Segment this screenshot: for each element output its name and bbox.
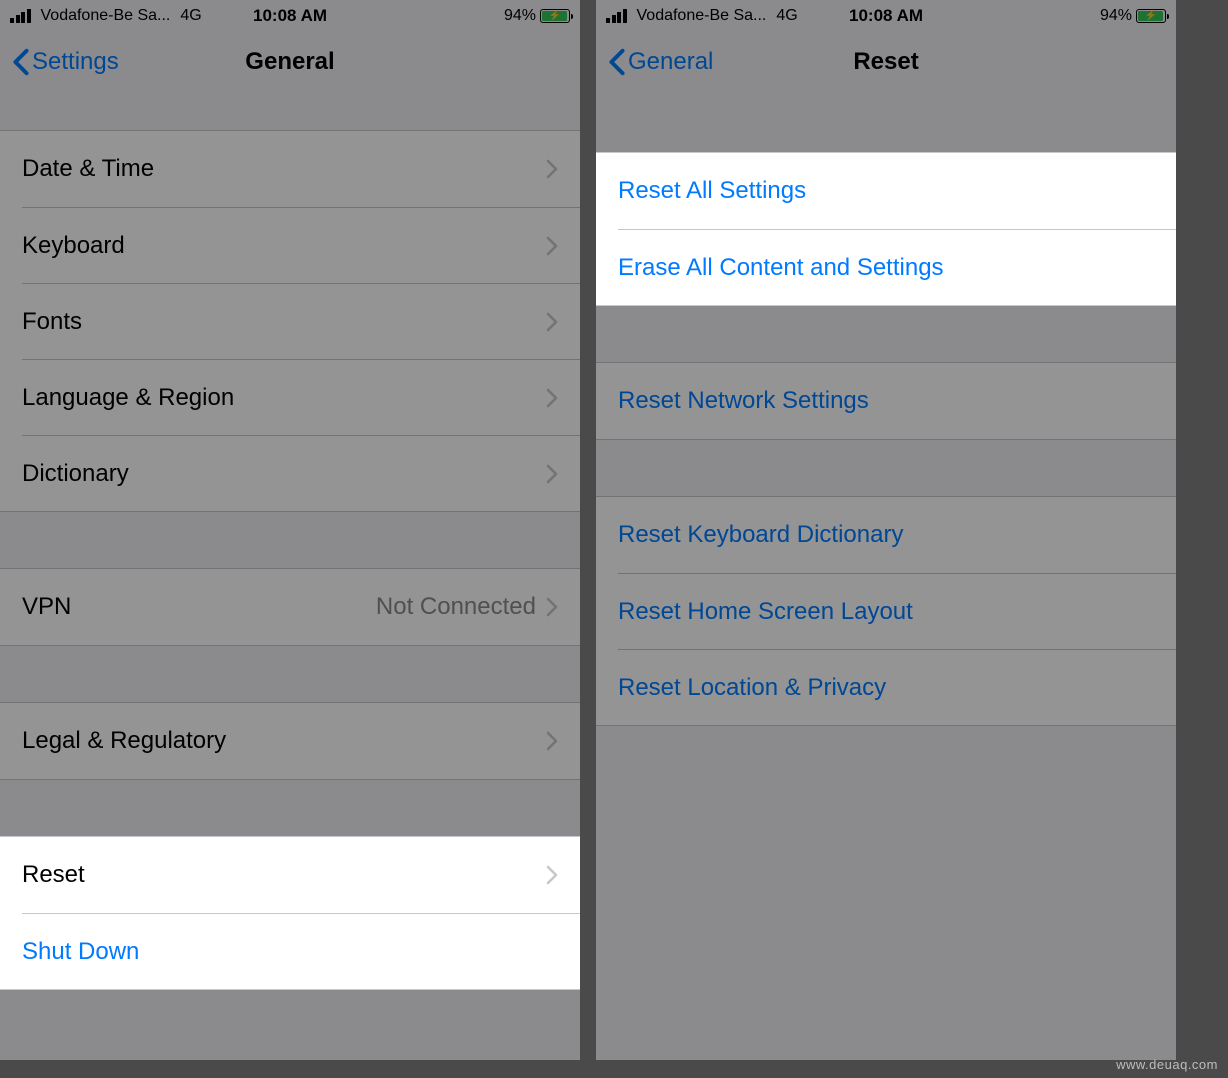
signal-icon: [606, 9, 627, 23]
battery-icon: ⚡: [1136, 9, 1166, 23]
nav-title: Reset: [853, 48, 918, 76]
row-detail: Not Connected: [376, 593, 536, 621]
back-label: Settings: [32, 48, 119, 76]
watermark: www.deuaq.com: [1116, 1057, 1218, 1072]
list-group-3: Legal & Regulatory: [0, 702, 580, 780]
chevron-right-icon: [546, 159, 558, 179]
row-reset-location-privacy[interactable]: Reset Location & Privacy: [618, 649, 1176, 725]
carrier-text: Vodafone-Be Sa...: [41, 7, 171, 25]
clock-text: 10:08 AM: [253, 6, 327, 26]
battery-icon: ⚡: [540, 9, 570, 23]
row-legal[interactable]: Legal & Regulatory: [0, 703, 580, 779]
row-label: Language & Region: [22, 384, 234, 412]
row-label: Dictionary: [22, 460, 129, 488]
phone-right: Vodafone-Be Sa... 4G 10:08 AM 94% ⚡ Gene…: [596, 0, 1176, 1060]
signal-icon: [10, 9, 31, 23]
row-label: Reset Location & Privacy: [618, 674, 886, 702]
carrier-text: Vodafone-Be Sa...: [637, 7, 767, 25]
chevron-right-icon: [546, 464, 558, 484]
battery-pct: 94%: [1100, 7, 1132, 25]
back-button[interactable]: Settings: [12, 48, 119, 76]
row-date-time[interactable]: Date & Time: [0, 131, 580, 207]
chevron-left-icon: [608, 48, 626, 76]
chevron-right-icon: [546, 731, 558, 751]
row-reset[interactable]: Reset: [0, 837, 580, 913]
row-label: VPN: [22, 593, 71, 621]
row-shutdown[interactable]: Shut Down: [22, 913, 580, 989]
row-vpn[interactable]: VPN Not Connected: [0, 569, 580, 645]
row-label: Shut Down: [22, 938, 139, 966]
chevron-right-icon: [546, 388, 558, 408]
nav-bar: Settings General: [0, 32, 580, 92]
row-reset-home-layout[interactable]: Reset Home Screen Layout: [618, 573, 1176, 649]
nav-bar: General Reset: [596, 32, 1176, 92]
row-label: Legal & Regulatory: [22, 727, 226, 755]
row-label: Erase All Content and Settings: [618, 254, 944, 282]
row-erase-all-content[interactable]: Erase All Content and Settings: [618, 229, 1176, 305]
network-type: 4G: [180, 7, 201, 25]
clock-text: 10:08 AM: [849, 6, 923, 26]
list-group-r2: Reset Network Settings: [596, 362, 1176, 440]
chevron-right-icon: [546, 236, 558, 256]
row-label: Reset: [22, 861, 85, 889]
list-group-1: Date & Time Keyboard Fonts Language & Re…: [0, 130, 580, 512]
row-label: Reset Home Screen Layout: [618, 598, 913, 626]
list-group-2: VPN Not Connected: [0, 568, 580, 646]
phone-left: Vodafone-Be Sa... 4G 10:08 AM 94% ⚡ Sett…: [0, 0, 580, 1060]
battery-pct: 94%: [504, 7, 536, 25]
status-bar: Vodafone-Be Sa... 4G 10:08 AM 94% ⚡: [596, 0, 1176, 32]
row-language-region[interactable]: Language & Region: [22, 359, 580, 435]
chevron-right-icon: [546, 312, 558, 332]
row-label: Reset Network Settings: [618, 387, 869, 415]
row-reset-network[interactable]: Reset Network Settings: [596, 363, 1176, 439]
chevron-left-icon: [12, 48, 30, 76]
nav-title: General: [245, 48, 334, 76]
row-label: Fonts: [22, 308, 82, 336]
list-group-r1: Reset All Settings Erase All Content and…: [596, 152, 1176, 306]
row-fonts[interactable]: Fonts: [22, 283, 580, 359]
row-reset-all-settings[interactable]: Reset All Settings: [596, 153, 1176, 229]
chevron-right-icon: [546, 597, 558, 617]
chevron-right-icon: [546, 865, 558, 885]
list-group-r3: Reset Keyboard Dictionary Reset Home Scr…: [596, 496, 1176, 726]
status-bar: Vodafone-Be Sa... 4G 10:08 AM 94% ⚡: [0, 0, 580, 32]
list-group-4: Reset Shut Down: [0, 836, 580, 990]
row-keyboard[interactable]: Keyboard: [22, 207, 580, 283]
row-label: Date & Time: [22, 155, 154, 183]
row-label: Reset All Settings: [618, 177, 806, 205]
back-button[interactable]: General: [608, 48, 713, 76]
back-label: General: [628, 48, 713, 76]
row-dictionary[interactable]: Dictionary: [22, 435, 580, 511]
network-type: 4G: [776, 7, 797, 25]
row-label: Keyboard: [22, 232, 125, 260]
row-label: Reset Keyboard Dictionary: [618, 521, 903, 549]
row-reset-keyboard-dict[interactable]: Reset Keyboard Dictionary: [596, 497, 1176, 573]
